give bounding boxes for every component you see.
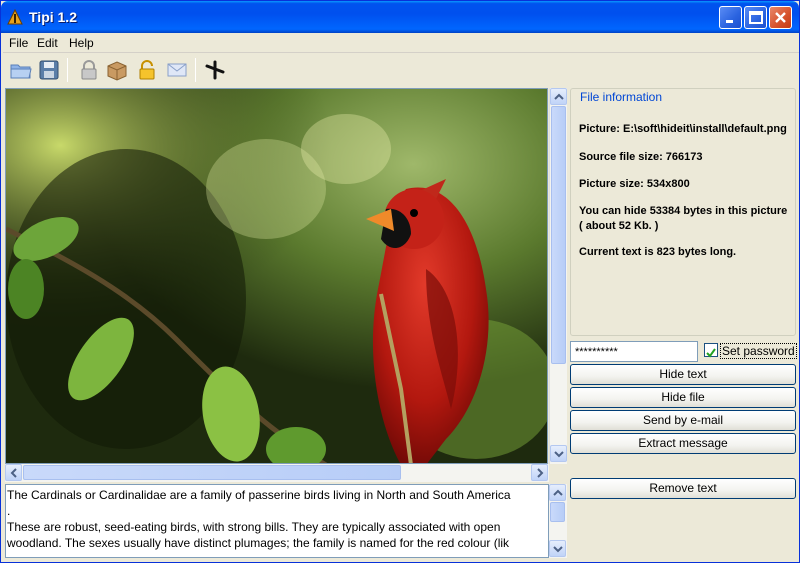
scroll-up-button[interactable] xyxy=(550,88,567,105)
text-vertical-scrollbar[interactable] xyxy=(549,484,567,558)
app-window: Tipi 1.2 File Edit Help The Cardinals or… xyxy=(0,0,800,563)
window-title: Tipi 1.2 xyxy=(29,9,77,25)
current-text-length: Current text is 823 bytes long. xyxy=(579,246,737,258)
remove-text-button[interactable]: Remove text xyxy=(570,478,796,499)
hide-text-button[interactable]: Hide text xyxy=(570,364,796,385)
file-information-panel: File information Picture: E:\soft\hideit… xyxy=(570,88,796,336)
scroll-up-button[interactable] xyxy=(549,484,566,501)
scroll-down-button[interactable] xyxy=(550,445,567,462)
scroll-thumb[interactable] xyxy=(551,106,566,364)
save-icon[interactable] xyxy=(37,58,61,82)
chevron-down-icon xyxy=(553,546,563,553)
toolbar-separator xyxy=(67,58,68,82)
scroll-thumb[interactable] xyxy=(23,465,401,480)
password-field[interactable] xyxy=(570,341,698,362)
hide-file-button[interactable]: Hide file xyxy=(570,387,796,408)
scroll-left-button[interactable] xyxy=(5,464,22,481)
scroll-right-button[interactable] xyxy=(531,464,548,481)
picture-vertical-scrollbar[interactable] xyxy=(549,88,567,464)
menu-edit[interactable]: Edit xyxy=(37,36,58,50)
text-line: . xyxy=(7,504,11,518)
source-file-size: Source file size: 766173 xyxy=(579,151,703,163)
maximize-button[interactable] xyxy=(744,6,767,29)
chevron-right-icon xyxy=(537,468,544,478)
picture-size: Picture size: 534x800 xyxy=(579,178,690,190)
minimize-button[interactable] xyxy=(719,6,742,29)
menu-bar: File Edit Help xyxy=(3,33,799,53)
app-icon xyxy=(7,9,23,25)
send-email-button[interactable]: Send by e-mail xyxy=(570,410,796,431)
text-line: woodland. The sexes usually have distinc… xyxy=(7,536,510,550)
lock-icon[interactable] xyxy=(77,58,101,82)
hide-capacity: You can hide 53384 bytes in this picture… xyxy=(579,205,788,232)
text-line: These are robust, seed-eating birds, wit… xyxy=(7,520,501,534)
file-information-title: File information xyxy=(579,90,664,104)
box-icon[interactable] xyxy=(105,58,129,82)
chevron-up-icon xyxy=(553,489,563,496)
toolbar-separator xyxy=(195,58,196,82)
message-text-area[interactable]: The Cardinals or Cardinalidae are a fami… xyxy=(5,484,549,558)
picture-view[interactable] xyxy=(5,88,548,464)
scroll-thumb[interactable] xyxy=(550,502,565,522)
scroll-down-button[interactable] xyxy=(549,540,566,557)
chevron-down-icon xyxy=(554,451,564,458)
chevron-left-icon xyxy=(10,468,17,478)
close-icon xyxy=(775,12,786,23)
close-button[interactable] xyxy=(769,6,792,29)
title-bar[interactable]: Tipi 1.2 xyxy=(1,1,799,33)
text-line: The Cardinals or Cardinalidae are a fami… xyxy=(7,488,511,502)
menu-help[interactable]: Help xyxy=(69,36,94,50)
toolbar xyxy=(3,54,799,87)
maximize-icon xyxy=(749,11,763,24)
set-password-checkbox[interactable] xyxy=(704,343,718,358)
minimize-icon xyxy=(726,20,733,23)
open-icon[interactable] xyxy=(9,58,33,82)
bird-photo xyxy=(6,89,547,463)
unlock-icon[interactable] xyxy=(135,58,159,82)
menu-file[interactable]: File xyxy=(9,36,28,50)
picture-path: Picture: E:\soft\hideit\install\default.… xyxy=(579,123,787,135)
mail-icon[interactable] xyxy=(165,58,189,82)
set-password-label[interactable]: Set password xyxy=(720,343,797,359)
pin-icon[interactable] xyxy=(203,58,227,82)
extract-message-button[interactable]: Extract message xyxy=(570,433,796,454)
picture-horizontal-scrollbar[interactable] xyxy=(5,464,549,482)
checkmark-icon xyxy=(706,348,716,358)
chevron-up-icon xyxy=(554,93,564,100)
